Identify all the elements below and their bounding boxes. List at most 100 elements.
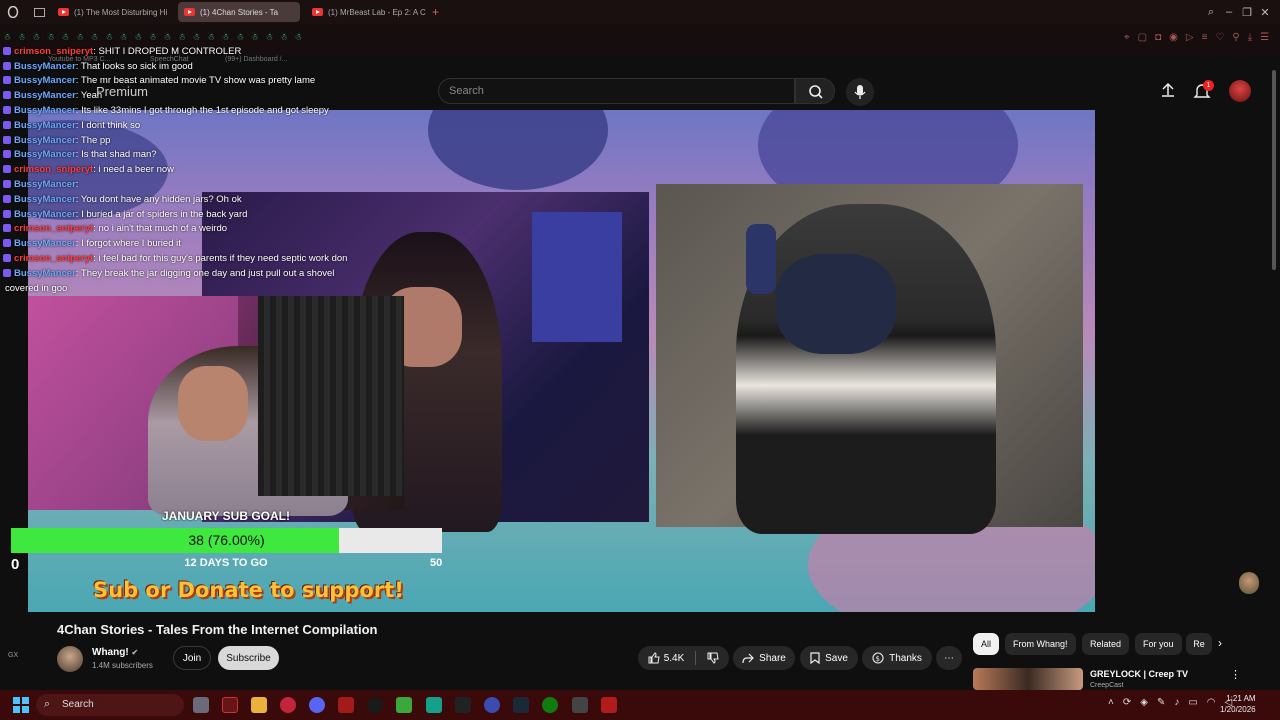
chat-username[interactable]: BussyMancer (14, 149, 76, 160)
chevron-right-icon[interactable]: › (1218, 636, 1222, 650)
chip-related[interactable]: Related (1082, 633, 1130, 655)
wallet-icon[interactable]: ⚲ (1232, 32, 1239, 43)
join-button[interactable]: Join (173, 646, 211, 670)
pin-icon[interactable]: ⌖ (1124, 32, 1130, 43)
svg-text:$: $ (876, 655, 880, 663)
close-icon[interactable]: ✕ (1256, 6, 1274, 19)
recommended-thumbnail[interactable] (973, 668, 1083, 690)
camera-icon[interactable]: ◉ (1169, 32, 1178, 43)
recommended-menu-icon[interactable]: ⋮ (1230, 668, 1241, 681)
tray-chevron-up-icon[interactable]: ˄ (1108, 697, 1114, 708)
taskbar-clock[interactable]: 1:21 AM 1/20/2026 (1220, 693, 1256, 715)
channel-name-text[interactable]: Whang! (92, 647, 129, 658)
channel-avatar[interactable] (57, 646, 83, 672)
chat-username[interactable]: BussyMancer (14, 179, 76, 190)
shield-icon[interactable]: ◘ (1155, 32, 1161, 43)
chat-username[interactable]: BussyMancer (14, 135, 76, 146)
notification-count-badge: 1 (1203, 80, 1214, 91)
minimize-icon[interactable]: – (1220, 6, 1238, 18)
new-tab-button[interactable]: + (432, 5, 439, 19)
steam-icon[interactable] (513, 697, 529, 713)
chat-username[interactable]: BussyMancer (14, 238, 76, 249)
sidebar-label-gx[interactable]: GX (8, 652, 18, 659)
chat-badge-icon (3, 150, 11, 159)
windows-start-icon[interactable] (13, 697, 29, 713)
chat-username[interactable]: BussyMancer (14, 90, 76, 101)
tray-sync-icon[interactable]: ⟳ (1123, 697, 1131, 708)
app-icon-teal[interactable] (426, 697, 442, 713)
opera-logo-icon[interactable] (0, 6, 26, 18)
save-button[interactable]: Save (800, 646, 858, 670)
taskbar-search-input[interactable]: Search (36, 694, 184, 716)
more-dots-icon: ⋯ (944, 652, 954, 664)
more-actions-button[interactable]: ⋯ (936, 646, 962, 670)
tray-display-icon[interactable]: ▭ (1188, 697, 1197, 708)
tab-workspace-icon[interactable] (26, 7, 52, 17)
android-icon[interactable] (396, 697, 412, 713)
chat-username[interactable]: BussyMancer (14, 61, 76, 72)
opera-taskbar-icon[interactable] (280, 697, 296, 713)
restore-icon[interactable]: ❐ (1238, 6, 1256, 19)
menu-icon[interactable]: ☰ (1260, 32, 1269, 43)
chrome-icon[interactable] (367, 697, 383, 713)
chat-message: BussyMancer: The mr beast animated movie… (3, 74, 363, 89)
recommended-title[interactable]: GREYLOCK | Creep TV (1090, 669, 1188, 679)
task-view-icon[interactable] (193, 697, 209, 713)
chat-username[interactable]: crimson_sniperyt (14, 164, 93, 175)
chat-username[interactable]: crimson_sniperyt (14, 253, 93, 264)
tray-wifi-icon[interactable]: ◠ (1207, 697, 1216, 708)
search-input[interactable]: Search (438, 78, 795, 104)
search-tabs-icon[interactable]: ⌕ (1202, 6, 1220, 19)
tab-mrbeast-lab[interactable]: (1) MrBeast Lab - Ep 2: A C (306, 2, 428, 22)
discord-icon[interactable] (309, 697, 325, 713)
subscribe-button[interactable]: Subscribe (218, 646, 279, 670)
tray-mic-icon[interactable]: ♪ (1174, 697, 1179, 708)
youtube-favicon-icon (184, 8, 195, 16)
floating-avatar[interactable] (1239, 572, 1259, 594)
download-icon[interactable]: ⤓ (1248, 32, 1252, 43)
chat-username[interactable]: BussyMancer (14, 209, 76, 220)
screenshot-icon[interactable]: ▢ (1138, 32, 1147, 43)
chat-username[interactable]: crimson_sniperyt (14, 46, 93, 57)
app-icon-active[interactable] (601, 697, 617, 713)
xbox-icon[interactable] (542, 697, 558, 713)
tab-4chan-stories[interactable]: (1) 4Chan Stories - Ta (178, 2, 300, 22)
account-avatar[interactable] (1229, 80, 1251, 102)
create-upload-icon[interactable] (1160, 82, 1176, 98)
extension-icons: ⌖ ▢ ◘ ◉ ▷ ≡ ♡ ⚲ ⤓ ☰ (1124, 32, 1269, 43)
app-icon-star[interactable] (455, 697, 471, 713)
share-button[interactable]: Share (733, 646, 795, 670)
dislike-button[interactable] (707, 652, 719, 664)
like-button[interactable]: 5.4K (648, 652, 684, 664)
tray-pen-icon[interactable]: ✎ (1157, 697, 1165, 708)
chip-all[interactable]: All (973, 633, 1000, 655)
chat-username[interactable]: BussyMancer (14, 120, 76, 131)
app-icon-cc[interactable] (338, 697, 354, 713)
chip-recently[interactable]: Re (1186, 633, 1212, 655)
tray-shield-icon[interactable]: ◈ (1140, 697, 1148, 708)
youtube-favicon-icon (58, 8, 69, 16)
play-icon[interactable]: ▷ (1186, 32, 1194, 43)
tab-disturbing[interactable]: (1) The Most Disturbing Hi (52, 2, 170, 22)
app-icon-blue[interactable] (484, 697, 500, 713)
channel-name[interactable]: Whang! ✔ (92, 647, 138, 658)
opera-gx-taskbar-icon[interactable] (222, 697, 238, 713)
chat-username[interactable]: BussyMancer (14, 268, 76, 279)
chat-username[interactable]: BussyMancer (14, 75, 76, 86)
share-arrow-icon (742, 653, 755, 664)
voice-search-button[interactable] (846, 78, 874, 106)
app-icon-grid[interactable] (572, 697, 588, 713)
system-tray: ˄ ⟳ ◈ ✎ ♪ ▭ ◠ ◁ (1108, 697, 1232, 708)
search-button[interactable] (795, 78, 835, 104)
thanks-button[interactable]: $ Thanks (862, 646, 932, 670)
chat-text: They break the jar digging one day and j… (80, 267, 335, 279)
heart-icon[interactable]: ♡ (1215, 32, 1224, 43)
chat-username[interactable]: crimson_sniperyt (14, 223, 93, 234)
settings-icon[interactable]: ≡ (1202, 32, 1208, 43)
chip-from-channel[interactable]: From Whang! (1005, 633, 1076, 655)
file-explorer-icon[interactable] (251, 697, 267, 713)
chat-username[interactable]: BussyMancer (14, 194, 76, 205)
chat-username[interactable]: BussyMancer (14, 105, 76, 116)
page-scrollbar[interactable] (1272, 70, 1276, 270)
chip-for-you[interactable]: For you (1135, 633, 1182, 655)
